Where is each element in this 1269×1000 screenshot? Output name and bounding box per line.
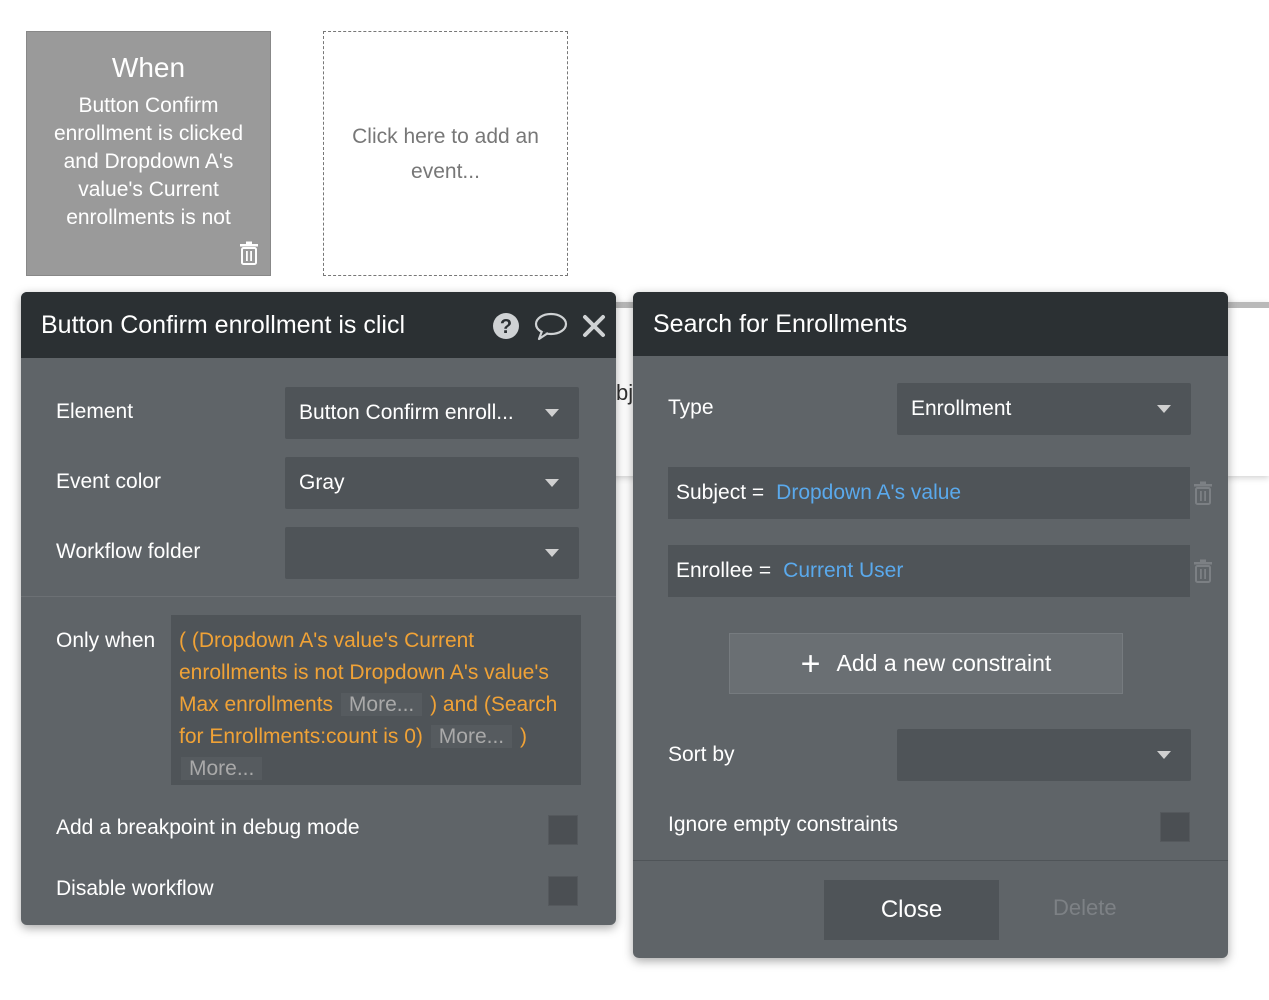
event-card-when[interactable]: When Button Confirm enrollment is clicke… (26, 31, 271, 276)
more-button[interactable]: More... (181, 757, 263, 780)
trash-icon[interactable] (1192, 481, 1214, 505)
chevron-down-icon (1157, 751, 1171, 759)
type-dropdown-value: Enrollment (911, 397, 1012, 420)
workflow-folder-label: Workflow folder (56, 540, 201, 563)
event-color-label: Event color (56, 470, 162, 493)
element-dropdown[interactable]: Button Confirm enroll... (285, 387, 579, 439)
divider (21, 596, 616, 597)
more-button[interactable]: More... (340, 693, 423, 716)
close-button[interactable]: Close (824, 880, 999, 940)
background-panel-text: bj (616, 380, 634, 405)
more-button[interactable]: More... (430, 725, 513, 748)
search-panel-title: Search for Enrollments (653, 309, 908, 338)
disable-workflow-label: Disable workflow (56, 877, 214, 900)
only-when-condition[interactable]: ( (Dropdown A's value's Current enrollme… (171, 615, 581, 785)
constraint-key: Subject = (676, 481, 765, 504)
type-label: Type (668, 396, 714, 419)
add-event-card[interactable]: Click here to add an event... (323, 31, 568, 276)
help-icon[interactable]: ? (492, 312, 520, 340)
chevron-down-icon (545, 479, 559, 487)
sort-by-label: Sort by (668, 743, 735, 766)
constraint-row[interactable]: Enrollee = Current User (668, 545, 1190, 597)
chevron-down-icon (545, 549, 559, 557)
breakpoint-checkbox[interactable] (548, 815, 578, 845)
event-color-value: Gray (299, 471, 345, 494)
search-panel: Search for Enrollments Type Enrollment S… (633, 292, 1228, 958)
sort-by-dropdown[interactable] (897, 729, 1191, 781)
add-constraint-button[interactable]: + Add a new constraint (729, 633, 1123, 694)
element-dropdown-value: Button Confirm enroll... (299, 401, 514, 424)
svg-text:?: ? (500, 316, 512, 338)
divider (633, 860, 1228, 861)
plus-icon: + (800, 644, 821, 683)
breakpoint-label: Add a breakpoint in debug mode (56, 816, 360, 839)
event-panel-title: Button Confirm enrollment is clicl (41, 310, 406, 339)
type-dropdown[interactable]: Enrollment (897, 383, 1191, 435)
disable-workflow-checkbox[interactable] (548, 876, 578, 906)
add-constraint-label: Add a new constraint (836, 650, 1052, 676)
add-event-label: Click here to add an event... (352, 124, 539, 183)
event-properties-panel: Button Confirm enrollment is clicl ? Ele… (21, 292, 616, 925)
trash-icon[interactable] (1192, 559, 1214, 583)
delete-button[interactable]: Delete (1053, 895, 1117, 921)
comment-icon[interactable] (534, 311, 568, 341)
only-when-label: Only when (56, 629, 156, 652)
ignore-empty-label: Ignore empty constraints (668, 813, 898, 836)
trash-icon[interactable] (238, 241, 260, 265)
constraint-value[interactable]: Current User (783, 559, 903, 583)
event-panel-header: Button Confirm enrollment is clicl ? (21, 292, 616, 358)
close-icon[interactable] (582, 314, 606, 338)
ignore-empty-checkbox[interactable] (1160, 812, 1190, 842)
event-card-description: Button Confirm enrollment is clicked and… (53, 94, 244, 229)
constraint-value[interactable]: Dropdown A's value (776, 481, 961, 505)
event-color-dropdown[interactable]: Gray (285, 457, 579, 509)
condition-part[interactable]: ) and (430, 693, 478, 716)
constraint-row[interactable]: Subject = Dropdown A's value (668, 467, 1190, 519)
workflow-folder-dropdown[interactable] (285, 527, 579, 579)
event-card-title: When (111, 52, 186, 83)
constraint-key: Enrollee = (676, 559, 772, 582)
element-label: Element (56, 400, 134, 423)
search-panel-header: Search for Enrollments (633, 292, 1228, 356)
chevron-down-icon (545, 409, 559, 417)
condition-part[interactable]: ) (520, 725, 527, 748)
chevron-down-icon (1157, 405, 1171, 413)
